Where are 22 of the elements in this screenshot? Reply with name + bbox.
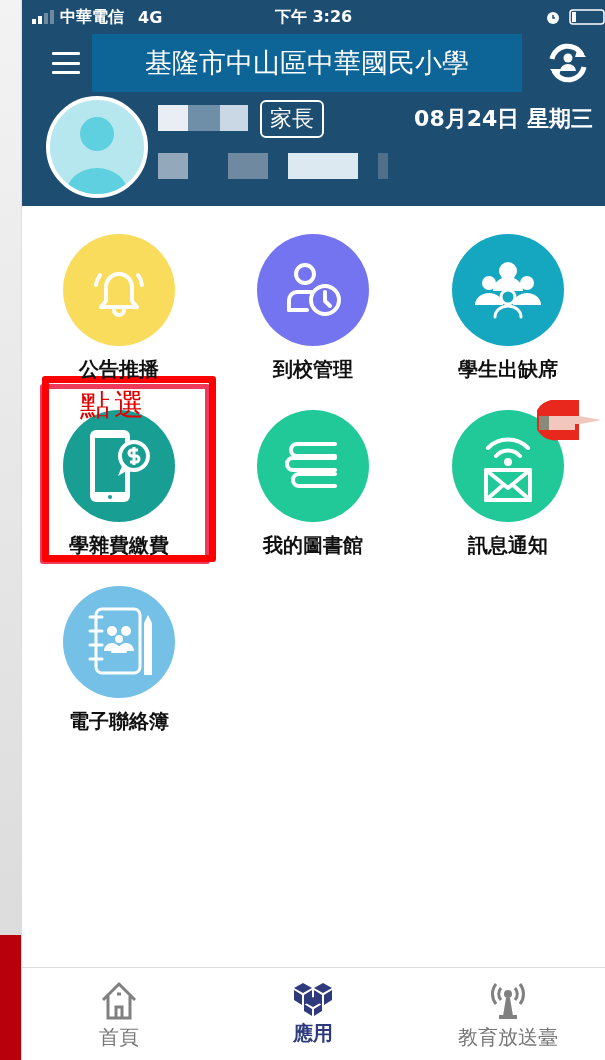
group-icon [472, 261, 543, 319]
school-title: 基隆市中山區中華國民小學 [92, 34, 522, 92]
alarm-icon [545, 9, 561, 25]
nav-tab[interactable]: 教育放送臺 [410, 968, 605, 1060]
nav-tab[interactable]: 應用 [216, 968, 411, 1060]
nav-tab[interactable]: 首頁 [22, 968, 217, 1060]
app-label: 電子聯絡簿 [69, 708, 170, 735]
network-type: 4G [138, 7, 163, 27]
app-label: 到校管理 [273, 356, 354, 383]
app-label: 訊息通知 [467, 532, 548, 559]
cubes-icon [292, 980, 335, 1016]
app-label: 學生出缺席 [457, 356, 558, 383]
date-text: 08月24日 星期三 [414, 105, 593, 133]
battery-icon [569, 9, 605, 25]
app-label: 公告推播 [79, 356, 160, 383]
menu-button[interactable] [52, 52, 80, 74]
signal-icon [32, 10, 54, 24]
carrier-name: 中華電信 [60, 6, 124, 28]
app-label: 學雜費繳費 [69, 532, 170, 559]
app-label: 我的圖書館 [263, 532, 364, 559]
role-badge: 家長 [260, 100, 324, 138]
status-time: 下午 3:26 [274, 6, 353, 28]
